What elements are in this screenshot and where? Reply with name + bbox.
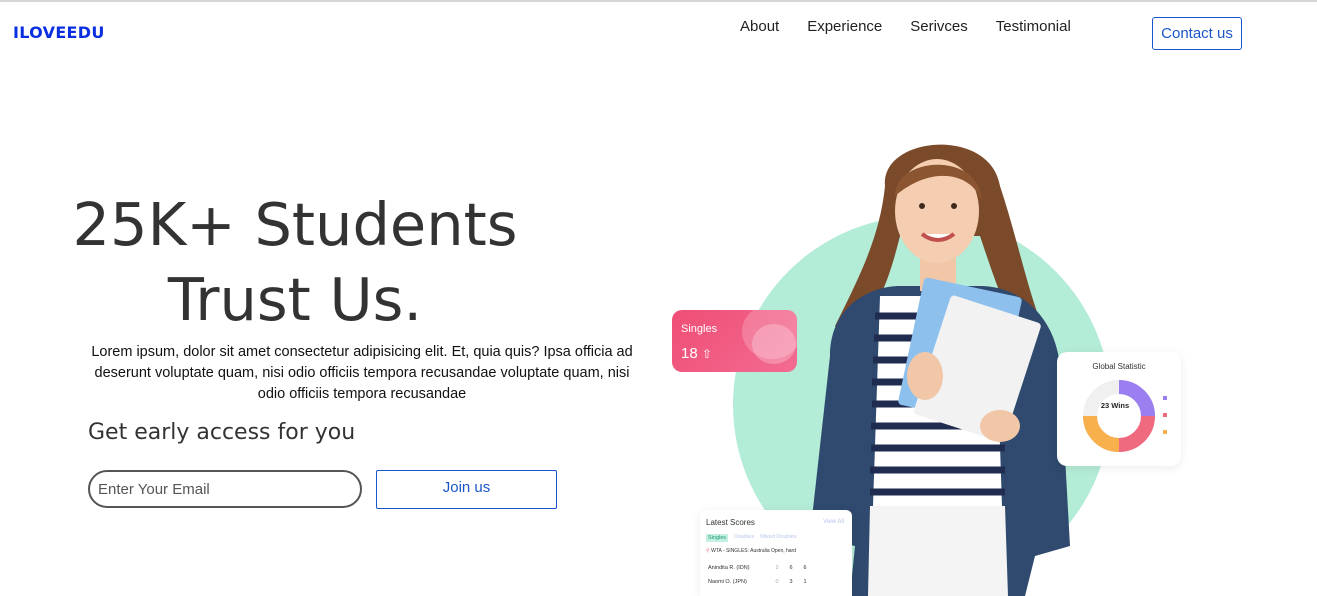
contact-button[interactable]: Contact us [1152, 17, 1242, 50]
singles-card: Singles 18 ⇧ [672, 310, 797, 372]
scores-tabs: Singles Doubles Mixed Doubles [706, 534, 797, 542]
score-cell: 2 [775, 565, 779, 571]
nav-services[interactable]: Serivces [910, 18, 968, 35]
legend-dot-purple [1163, 396, 1167, 400]
tab-doubles[interactable]: Doubles [734, 534, 754, 542]
scores-event: ⚲ WTA - SINGLES: Australia Open, hard [706, 548, 796, 554]
nav-about[interactable]: About [740, 18, 779, 35]
tennis-icon: ⚲ [706, 548, 710, 554]
score-cell: 0 [775, 579, 779, 585]
legend-dot-red [1163, 413, 1167, 417]
singles-count: 18 [681, 345, 698, 362]
score-cell: 3 [789, 579, 793, 585]
score-cell: 1 [803, 579, 807, 585]
singles-value: 18 ⇧ [681, 345, 712, 362]
player-name: Anindita R. (IDN) [708, 565, 750, 571]
main-nav: About Experience Serivces Testimonial [740, 18, 1099, 35]
view-all-link[interactable]: View All [823, 519, 844, 525]
email-input[interactable] [88, 470, 362, 508]
brand-logo[interactable]: ILOVEEDU [13, 23, 105, 42]
tab-singles[interactable]: Singles [706, 534, 729, 542]
top-border [0, 0, 1317, 2]
latest-scores-title: Latest Scores [706, 518, 755, 527]
tab-mixed-doubles[interactable]: Mixed Doubles [760, 534, 796, 542]
hero-title: 25K+ Students Trust Us. [0, 187, 590, 337]
table-row: Anindita R. (IDN) 2 6 6 [708, 565, 812, 571]
arrow-up-icon: ⇧ [701, 347, 712, 361]
score-cell: 6 [789, 565, 793, 571]
nav-experience[interactable]: Experience [807, 18, 882, 35]
global-statistic-center: 23 Wins [1100, 401, 1130, 410]
global-statistic-card: Global Statistic 23 Wins [1057, 352, 1181, 466]
join-button[interactable]: Join us [376, 470, 557, 509]
donut-chart [1083, 380, 1155, 452]
singles-decoration-small [752, 324, 796, 364]
hero-title-line2: Trust Us. [167, 265, 423, 334]
early-access-heading: Get early access for you [88, 420, 356, 445]
table-row: Naomi O. (JPN) 0 3 1 [708, 579, 812, 585]
global-statistic-label: Global Statistic [1092, 362, 1146, 371]
score-cell: 6 [803, 565, 807, 571]
nav-testimonial[interactable]: Testimonial [996, 18, 1071, 35]
scores-event-label: WTA - SINGLES: Australia Open, hard [711, 548, 797, 554]
hero-illustration: Singles 18 ⇧ Global Statistic 23 Wins La… [660, 110, 1200, 596]
latest-scores-card: Latest Scores View All Singles Doubles M… [700, 510, 852, 596]
hero-title-line1: 25K+ Students [72, 190, 518, 259]
singles-label: Singles [681, 323, 718, 335]
legend-dot-orange [1163, 430, 1167, 434]
player-name: Naomi O. (JPN) [708, 579, 747, 585]
hero-description: Lorem ipsum, dolor sit amet consectetur … [91, 344, 633, 402]
